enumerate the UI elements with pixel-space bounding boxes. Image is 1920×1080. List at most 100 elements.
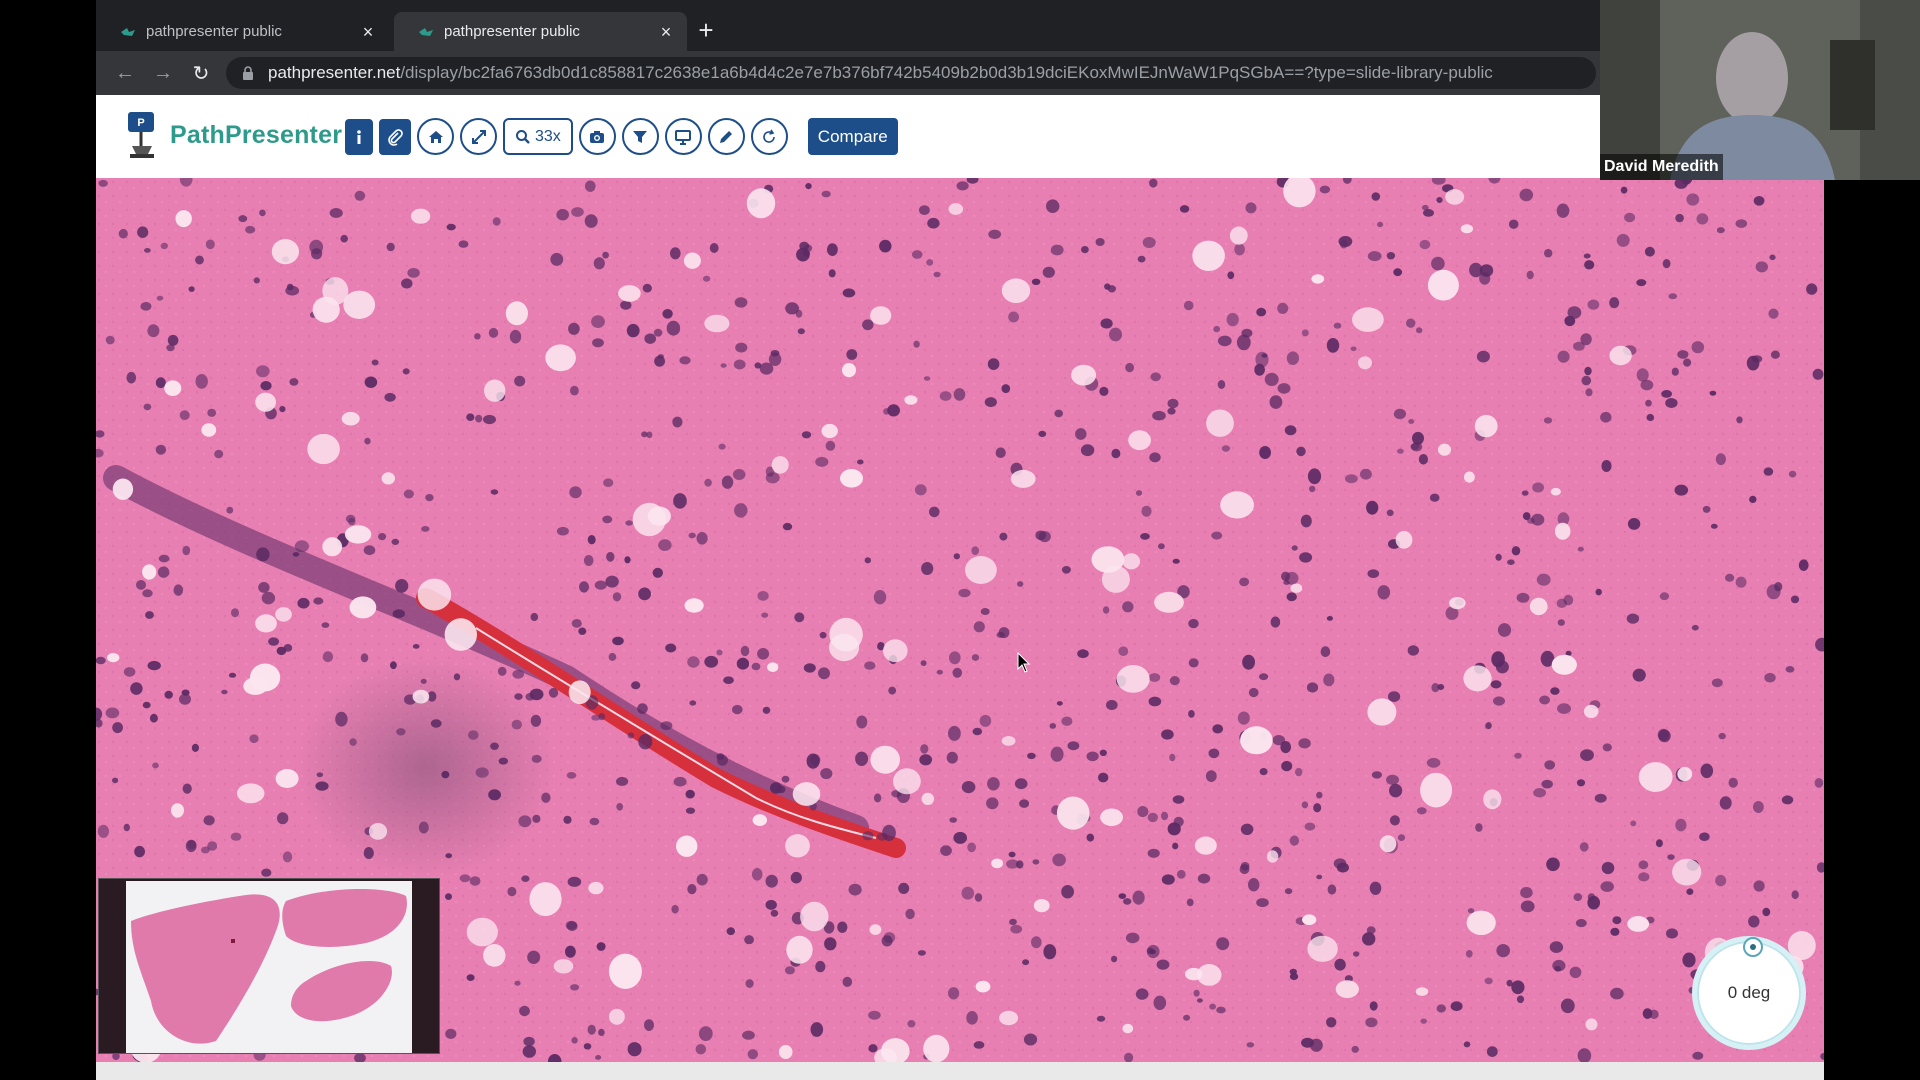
nucleus (695, 1044, 707, 1055)
nucleus (616, 776, 629, 786)
nucleus (97, 824, 109, 838)
nucleus (1217, 380, 1226, 389)
new-tab-icon[interactable]: + (692, 15, 720, 45)
nucleus (1209, 1003, 1216, 1010)
nucleus (1049, 723, 1057, 729)
nucleus (1327, 884, 1337, 895)
nucleus (1156, 959, 1170, 970)
vacuole (112, 478, 134, 500)
nucleus (112, 777, 119, 784)
nucleus (221, 689, 228, 695)
nucleus (1298, 738, 1311, 749)
browser-toolbar: ← → ↻ pathpresenter.net/display/bc2fa676… (96, 51, 1600, 95)
annotate-button[interactable] (707, 118, 745, 155)
vacuole (1266, 850, 1279, 863)
nucleus (781, 775, 790, 783)
vacuole (883, 639, 908, 663)
nucleus (1217, 335, 1232, 347)
nucleus (716, 649, 723, 656)
browser-tab[interactable]: pathpresenter public × (96, 12, 389, 51)
minimap-thumbnail[interactable] (126, 881, 412, 1053)
nucleus (1291, 545, 1298, 551)
vacuole (821, 423, 838, 439)
nucleus (1735, 576, 1747, 588)
nucleus (1149, 452, 1161, 463)
nucleus (282, 851, 293, 863)
nucleus (1583, 253, 1591, 259)
close-tab-icon[interactable]: × (657, 23, 675, 41)
nucleus (1516, 592, 1530, 603)
nucleus (1668, 293, 1678, 300)
back-arrow-icon[interactable]: ← (106, 54, 144, 92)
nucleus (292, 552, 300, 557)
vacuole (175, 210, 192, 228)
nucleus (1560, 998, 1575, 1014)
snapshot-button[interactable] (578, 118, 616, 155)
address-bar[interactable]: pathpresenter.net/display/bc2fa6763db0d1… (226, 57, 1596, 89)
reload-icon[interactable]: ↻ (182, 54, 220, 92)
nucleus (1280, 741, 1291, 754)
vacuole (778, 1045, 793, 1059)
vacuole (553, 959, 574, 974)
nucleus (1193, 989, 1200, 997)
nucleus (1147, 848, 1160, 858)
nucleus (541, 792, 551, 803)
nucleus (144, 248, 151, 253)
nucleus (1791, 890, 1799, 900)
nucleus (987, 358, 1000, 370)
nucleus (1135, 490, 1143, 496)
fullscreen-button[interactable] (460, 118, 497, 155)
rotate-button[interactable] (750, 118, 788, 155)
nucleus (1770, 350, 1780, 359)
nucleus (276, 646, 287, 656)
nucleus (1227, 271, 1235, 280)
nucleus (848, 883, 862, 896)
nucleus (666, 320, 681, 336)
attachment-button[interactable] (379, 118, 411, 155)
present-button[interactable] (664, 118, 702, 155)
rotation-handle[interactable] (1743, 937, 1763, 957)
nucleus (1142, 237, 1156, 248)
rotation-dial[interactable]: 0 deg (1692, 936, 1806, 1050)
forward-arrow-icon[interactable]: → (144, 54, 182, 92)
nucleus (1749, 495, 1757, 503)
info-button[interactable] (345, 118, 373, 155)
nucleus (1686, 888, 1694, 895)
slide-overview-minimap[interactable] (98, 878, 440, 1054)
nucleus (134, 845, 145, 858)
zoom-level-button[interactable]: 33x (503, 118, 573, 155)
vacuole (1010, 469, 1036, 488)
nucleus (360, 653, 369, 663)
home-icon (428, 130, 443, 143)
vacuole (1220, 491, 1254, 519)
pathpresenter-logo[interactable]: P PathPresenter (120, 110, 342, 160)
nucleus (1735, 219, 1748, 228)
nucleus (1186, 898, 1194, 907)
nucleus (1423, 209, 1434, 217)
nucleus (279, 406, 286, 413)
nucleus (1511, 546, 1521, 556)
nucleus (1556, 203, 1570, 218)
vacuole (1583, 704, 1599, 719)
nucleus (468, 730, 479, 740)
nucleus (1183, 1014, 1191, 1021)
slide-viewer[interactable]: 0 deg (96, 178, 1824, 1062)
zoom-level-label: 33x (535, 127, 561, 145)
nucleus (403, 489, 414, 499)
browser-tab-active[interactable]: pathpresenter public × (394, 12, 687, 51)
nucleus (1183, 300, 1194, 311)
nucleus (1111, 955, 1118, 963)
nucleus (498, 757, 508, 765)
nucleus (1768, 308, 1779, 319)
filter-button[interactable] (621, 118, 659, 155)
home-button[interactable] (417, 118, 454, 155)
nucleus (228, 672, 237, 678)
nucleus (570, 385, 579, 396)
nucleus (1386, 509, 1394, 517)
compare-button[interactable]: Compare (807, 118, 898, 155)
close-tab-icon[interactable]: × (359, 23, 377, 41)
nucleus (1511, 980, 1525, 995)
nucleus (1710, 523, 1718, 529)
nucleus (638, 587, 651, 601)
vacuole (948, 203, 964, 215)
